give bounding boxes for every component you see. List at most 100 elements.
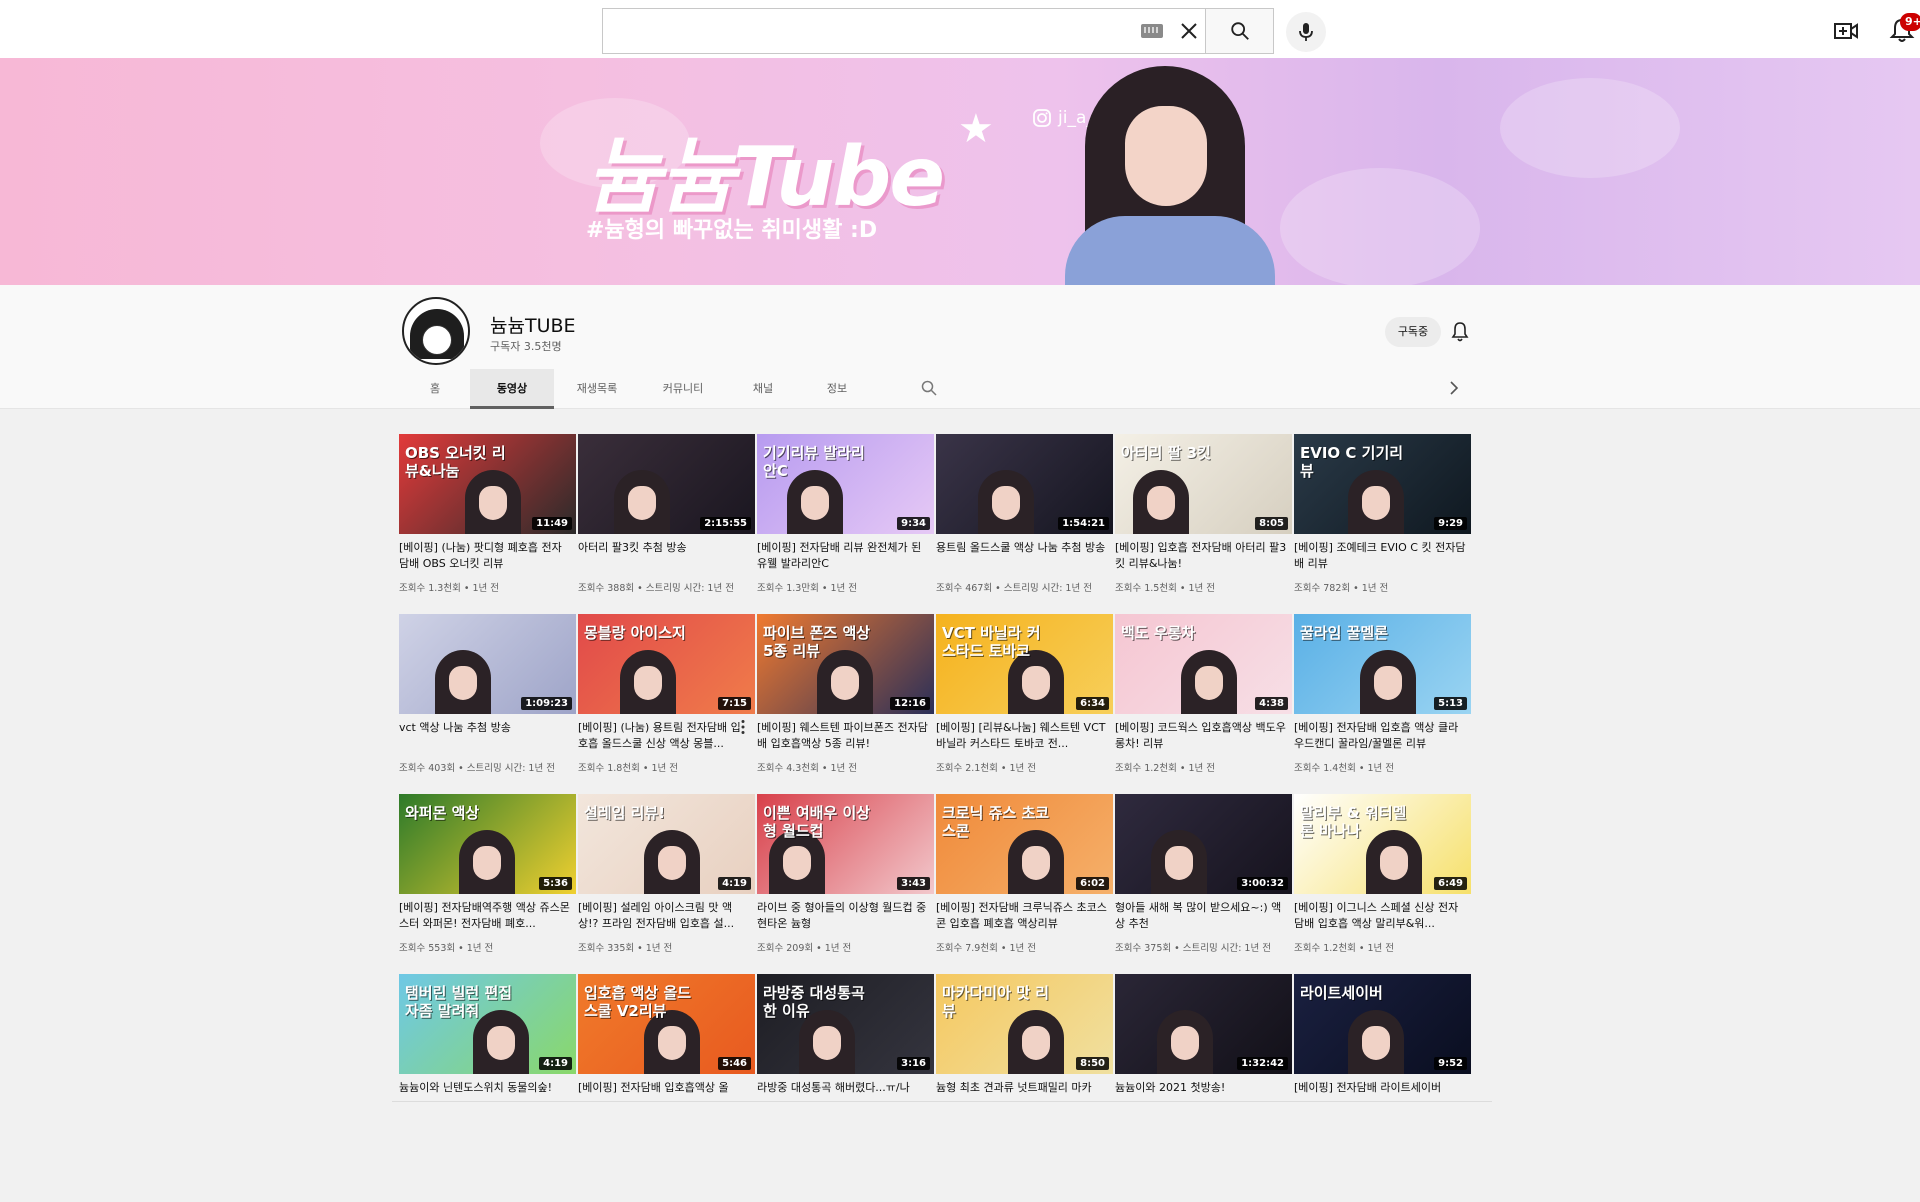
video-thumbnail[interactable]: 입호흡 액상 올드스쿨 V2리뷰 5:46 (578, 974, 755, 1074)
video-thumbnail[interactable]: 백도 우롱차 4:38 (1115, 614, 1292, 714)
video-title[interactable]: 아터리 팔3킷 추첨 방송 (578, 540, 750, 556)
thumbnail-text: VCT 바닐라 커스타드 토바코 (942, 624, 1041, 660)
video-thumbnail[interactable]: 와퍼몬 액상 5:36 (399, 794, 576, 894)
tab-playlists[interactable]: 재생목록 (554, 369, 640, 409)
video-thumbnail[interactable]: 2:15:55 (578, 434, 755, 534)
video-card[interactable]: 라이트세이버 9:52 [베이핑] 전자담배 라이트세이버 (1294, 974, 1471, 1154)
video-card[interactable]: OBS 오너킷 리뷰&나눔 11:49 [베이핑] (나눔) 팟디형 폐호흡 전자담… (399, 434, 576, 614)
video-card[interactable]: 크로닉 쥬스 초코 스콘 6:02 [베이핑] 전자담배 크루닉쥬스 초코스콘 입호… (936, 794, 1113, 974)
video-thumbnail[interactable]: OBS 오너킷 리뷰&나눔 11:49 (399, 434, 576, 534)
video-duration: 5:46 (718, 1057, 751, 1070)
video-title[interactable]: 라이브 중 형아들의 이상형 월드컵 중 현타온 늄형 (757, 900, 929, 932)
video-title[interactable]: [베이핑] [리뷰&나눔] 웨스트텐 VCT 바닐라 커스타드 토바코 전... (936, 720, 1108, 752)
video-thumbnail[interactable]: 아터리 팔 3킷 8:05 (1115, 434, 1292, 534)
video-card[interactable]: 3:00:32 형아들 새해 복 많이 받으세요~:) 액상 추천 조회수 375회… (1115, 794, 1292, 974)
create-video-icon[interactable] (1832, 17, 1860, 45)
video-title[interactable]: [베이핑] 전자담배 리뷰 완전체가 된 유웰 발라리안C (757, 540, 929, 572)
video-title[interactable]: 라방중 대성통곡 해버렸다...ㅠ/나 (757, 1080, 929, 1096)
video-thumbnail[interactable]: 라이트세이버 9:52 (1294, 974, 1471, 1074)
video-thumbnail[interactable]: 몽블랑 아이스지 7:15 (578, 614, 755, 714)
video-title[interactable]: [베이핑] 전자담배역주행 액상 쥬스몬스터 와퍼몬! 전자담배 폐호... (399, 900, 571, 932)
subscribed-button[interactable]: 구독중 (1385, 317, 1441, 347)
video-card[interactable]: 꿀라임 꿀멜론 5:13 [베이핑] 전자담배 입호흡 액상 클라우드캔디 꿀라임/… (1294, 614, 1471, 794)
tab-videos[interactable]: 동영상 (470, 369, 554, 409)
video-card[interactable]: 파이브 폰즈 액상 5종 리뷰 12:16 [베이핑] 웨스트텐 파이브폰즈 전자담… (757, 614, 934, 794)
video-title[interactable]: [베이핑] 이그니스 스페셜 신상 전자담배 입호흡 액상 말리부&워... (1294, 900, 1466, 932)
video-thumbnail[interactable]: 1:09:23 (399, 614, 576, 714)
video-thumbnail[interactable]: 말리부 & 워터멜론 바나나 6:49 (1294, 794, 1471, 894)
video-card[interactable]: 말리부 & 워터멜론 바나나 6:49 [베이핑] 이그니스 스페셜 신상 전자담배… (1294, 794, 1471, 974)
video-duration: 12:16 (890, 697, 930, 710)
video-card[interactable]: 몽블랑 아이스지 7:15 [베이핑] (나눔) 용트림 전자담배 입호흡 올드스쿨… (578, 614, 755, 794)
video-title[interactable]: [베이핑] 전자담배 라이트세이버 (1294, 1080, 1466, 1096)
video-title[interactable]: [베이핑] (나눔) 팟디형 폐호흡 전자담배 OBS 오너킷 리뷰 (399, 540, 571, 572)
video-card[interactable]: 이쁜 여배우 이상형 월드컵 3:43 라이브 중 형아들의 이상형 월드컵 중 현… (757, 794, 934, 974)
channel-search-icon[interactable] (920, 379, 938, 397)
search-button[interactable] (1205, 8, 1274, 54)
video-card[interactable]: 탬버린 빌런 편집자좀 말려줘 4:19 늄늄이와 닌텐도스위치 동물의숲! (399, 974, 576, 1154)
video-title[interactable]: [베이핑] 웨스트텐 파이브폰즈 전자담배 입호흡액상 5종 리뷰! (757, 720, 929, 752)
video-title[interactable]: [베이핑] 코드웍스 입호흡액상 백도우롱차! 리뷰 (1115, 720, 1287, 752)
video-thumbnail[interactable]: 라방중 대성통곡한 이유 3:16 (757, 974, 934, 1074)
video-title[interactable]: vct 액상 나눔 추첨 방송 (399, 720, 571, 736)
tab-community[interactable]: 커뮤니티 (640, 369, 726, 409)
video-title[interactable]: [베이핑] 전자담배 입호흡액상 올 (578, 1080, 750, 1096)
tab-about[interactable]: 정보 (800, 369, 874, 409)
video-thumbnail[interactable]: VCT 바닐라 커스타드 토바코 6:34 (936, 614, 1113, 714)
video-duration: 6:49 (1434, 877, 1467, 890)
video-card[interactable]: 백도 우롱차 4:38 [베이핑] 코드웍스 입호흡액상 백도우롱차! 리뷰 조회수 … (1115, 614, 1292, 794)
voice-search-button[interactable] (1286, 12, 1326, 52)
video-card[interactable]: 와퍼몬 액상 5:36 [베이핑] 전자담배역주행 액상 쥬스몬스터 와퍼몬! 전자… (399, 794, 576, 974)
video-card[interactable]: 마카다미아 맛 리뷰 8:50 늄형 최초 견과류 넛트패밀리 마카 (936, 974, 1113, 1154)
video-title[interactable]: 늄형 최초 견과류 넛트패밀리 마카 (936, 1080, 1108, 1096)
channel-banner: 늄늄Tube ★ #늄형의 빠꾸없는 취미생활 :D ji_a_93 (0, 58, 1920, 285)
video-card[interactable]: 기기리뷰 발라리안C 9:34 [베이핑] 전자담배 리뷰 완전체가 된 유웰 발라… (757, 434, 934, 614)
video-thumbnail[interactable]: 탬버린 빌런 편집자좀 말려줘 4:19 (399, 974, 576, 1074)
video-title[interactable]: 형아들 새해 복 많이 받으세요~:) 액상 추천 (1115, 900, 1287, 932)
video-card[interactable]: EVIO C 기기리뷰 9:29 [베이핑] 조예테크 EVIO C 킷 전자담배 … (1294, 434, 1471, 614)
video-title[interactable]: [베이핑] 전자담배 크루닉쥬스 초코스콘 입호흡 폐호흡 액상리뷰 (936, 900, 1108, 932)
video-thumbnail[interactable]: 파이브 폰즈 액상 5종 리뷰 12:16 (757, 614, 934, 714)
video-thumbnail[interactable]: 1:54:21 (936, 434, 1113, 534)
video-thumbnail[interactable]: 기기리뷰 발라리안C 9:34 (757, 434, 934, 534)
video-meta: 조회수 467회 • 스트리밍 시간: 1년 전 (936, 583, 1092, 594)
video-title[interactable]: 늄늄이와 닌텐도스위치 동물의숲! (399, 1080, 571, 1096)
video-card[interactable]: 1:09:23 vct 액상 나눔 추첨 방송 조회수 403회 • 스트리밍 시간… (399, 614, 576, 794)
video-title[interactable]: 용트림 올드스쿨 액상 나눔 추첨 방송 (936, 540, 1108, 556)
video-card[interactable]: 1:54:21 용트림 올드스쿨 액상 나눔 추첨 방송조회수 467회 • 스트… (936, 434, 1113, 614)
video-thumbnail[interactable]: 1:32:42 (1115, 974, 1292, 1074)
thumbnail-person (644, 830, 700, 894)
video-card[interactable]: 설레임 리뷰! 4:19 [베이핑] 설레임 아이스크림 맛 액상!? 프라임 전자… (578, 794, 755, 974)
video-thumbnail[interactable]: 설레임 리뷰! 4:19 (578, 794, 755, 894)
video-card[interactable]: 입호흡 액상 올드스쿨 V2리뷰 5:46 [베이핑] 전자담배 입호흡액상 올 (578, 974, 755, 1154)
video-card[interactable]: VCT 바닐라 커스타드 토바코 6:34 [베이핑] [리뷰&나눔] 웨스트텐 V… (936, 614, 1113, 794)
video-title[interactable]: [베이핑] 조예테크 EVIO C 킷 전자담배 리뷰 (1294, 540, 1466, 572)
video-duration: 9:52 (1434, 1057, 1467, 1070)
search-input[interactable] (603, 9, 1123, 53)
video-card[interactable]: 2:15:55 아터리 팔3킷 추첨 방송 조회수 388회 • 스트리밍 시간: … (578, 434, 755, 614)
video-thumbnail[interactable]: 꿀라임 꿀멜론 5:13 (1294, 614, 1471, 714)
video-thumbnail[interactable]: 크로닉 쥬스 초코 스콘 6:02 (936, 794, 1113, 894)
notification-count-badge: 9+ (1900, 13, 1920, 31)
more-options-icon[interactable] (740, 719, 746, 735)
keyboard-icon[interactable] (1141, 24, 1163, 38)
video-title[interactable]: [베이핑] (나눔) 용트림 전자담배 입호흡 올드스쿨 신상 액상 몽블... (578, 720, 750, 752)
notification-bell-icon[interactable] (1450, 321, 1470, 343)
channel-avatar[interactable] (402, 297, 470, 365)
video-title[interactable]: 늄늄이와 2021 첫방송! (1115, 1080, 1287, 1096)
video-thumbnail[interactable]: 이쁜 여배우 이상형 월드컵 3:43 (757, 794, 934, 894)
search-field[interactable] (602, 8, 1205, 54)
video-card[interactable]: 아터리 팔 3킷 8:05 [베이핑] 입호흡 전자담배 아터리 팔3킷 리뷰&나눔… (1115, 434, 1292, 614)
tab-channels[interactable]: 채널 (726, 369, 800, 409)
tab-home[interactable]: 홈 (400, 369, 470, 409)
video-thumbnail[interactable]: 3:00:32 (1115, 794, 1292, 894)
video-card[interactable]: 라방중 대성통곡한 이유 3:16 라방중 대성통곡 해버렸다...ㅠ/나 (757, 974, 934, 1154)
video-title[interactable]: [베이핑] 전자담배 입호흡 액상 클라우드캔디 꿀라임/꿀멜론 리뷰 (1294, 720, 1466, 752)
video-title[interactable]: [베이핑] 입호흡 전자담배 아터리 팔3킷 리뷰&나눔! (1115, 540, 1287, 572)
video-thumbnail[interactable]: EVIO C 기기리뷰 9:29 (1294, 434, 1471, 534)
video-card[interactable]: 1:32:42 늄늄이와 2021 첫방송! (1115, 974, 1292, 1154)
video-title[interactable]: [베이핑] 설레임 아이스크림 맛 액상!? 프라임 전자담배 입호흡 설... (578, 900, 750, 932)
video-thumbnail[interactable]: 마카다미아 맛 리뷰 8:50 (936, 974, 1113, 1074)
close-icon[interactable] (1177, 19, 1201, 43)
chevron-right-icon[interactable] (1446, 379, 1462, 397)
